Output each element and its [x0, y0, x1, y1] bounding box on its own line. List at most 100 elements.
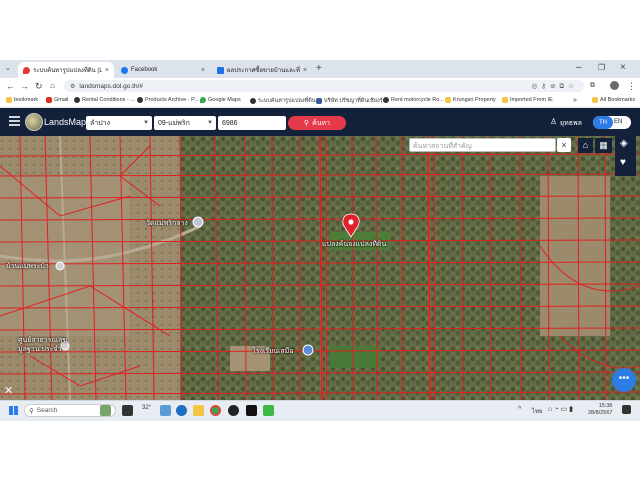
landsmaps-logo: [25, 113, 43, 131]
lang-en-button[interactable]: EN: [614, 119, 622, 125]
url-text: landsmaps.dol.go.th/#: [79, 82, 143, 90]
reload-icon[interactable]: ↻: [35, 81, 43, 91]
chrome-icon[interactable]: [210, 405, 221, 416]
layers-icon[interactable]: ◈: [620, 138, 628, 149]
health-center-label: ศูนย์สาธารณสุขมูลฐาน ประจำ: [18, 337, 68, 353]
windows-start-icon[interactable]: [9, 406, 18, 415]
map-pin-icon: [23, 66, 30, 74]
map-side-tools: ◈ ♥: [615, 136, 636, 176]
close-tab-icon[interactable]: ×: [303, 67, 307, 74]
app-header: LandsMaps ลำปาง ▼ 09-แม่พริก ▼ 6986 ⚲ ค้นหา…: [0, 108, 640, 136]
site-icon: [383, 97, 389, 103]
x-icon[interactable]: [228, 405, 239, 416]
bookmark-item[interactable]: Imported From IE: [502, 97, 553, 103]
tab-label: ระบบค้นหารูปแปลงที่ดิน (LandsMa: [33, 68, 102, 74]
parcel-number-input[interactable]: 6986: [218, 116, 286, 130]
village-label: บ้านแม่พระบ้า: [6, 263, 49, 270]
bookmark-item[interactable]: บริษัท ปรัชญาที่ดินเชียงรุ้...: [316, 97, 387, 105]
input-language[interactable]: ไทย: [532, 406, 543, 416]
bookmark-item[interactable]: ระบบค้นหารูปแปลงที่ดิน: [250, 97, 316, 105]
parcel-label: แปลงค้นจงแปลงที่ดิน: [322, 241, 387, 248]
tab-property-ads[interactable]: ผลประกาศซื้อขายบ้านและที่ดินฟรี | ×: [212, 62, 312, 78]
clock-date: 28/8/2567: [588, 410, 613, 416]
address-bar-actions-icon[interactable]: ◎⚷⊘⧉☆: [532, 82, 578, 91]
temple-marker[interactable]: [192, 216, 204, 228]
windows-taskbar: ⚲ Search 32° ^ ไทย ⌂◔▭▮ 15:36 28/8/2567: [0, 400, 640, 421]
satellite-map[interactable]: แปลงค้นจงแปลงที่ดิน วัดแม่พริกลาง บ้านแม…: [0, 136, 640, 400]
search-icon: ⚲: [29, 407, 34, 415]
weather-widget-icon[interactable]: [100, 405, 111, 416]
bookmark-item[interactable]: Google Maps: [200, 97, 241, 103]
site-info-icon[interactable]: ⚙: [70, 83, 75, 90]
edge-icon[interactable]: [176, 405, 187, 416]
minimize-button[interactable]: –: [576, 62, 582, 73]
close-window-button[interactable]: ×: [620, 62, 626, 73]
school-marker[interactable]: [302, 344, 314, 356]
line-icon[interactable]: [263, 405, 274, 416]
chevron-down-icon: ▼: [207, 120, 213, 126]
bookmark-item[interactable]: Rent motorcycle Ro...: [383, 97, 444, 103]
bookmarks-bar: bookmark Gmail Rental Conditions - ... P…: [0, 95, 640, 108]
extensions-icon[interactable]: ⧉: [590, 81, 595, 91]
more-bookmarks-button[interactable]: »: [573, 97, 577, 104]
measure-tool-icon[interactable]: ✕: [4, 384, 20, 398]
bottom-blank-area: [0, 421, 640, 480]
site-icon: [250, 98, 256, 104]
tab-search-icon[interactable]: ⌄: [5, 64, 11, 74]
bookmark-item[interactable]: Products Archive - P...: [137, 97, 199, 103]
forward-icon[interactable]: →: [20, 81, 29, 91]
site-icon: [137, 97, 143, 103]
maximize-button[interactable]: ❐: [598, 63, 605, 72]
place-search-input[interactable]: ค้นหาสถานที่สำคัญ: [409, 138, 556, 152]
map-canvas: [0, 136, 640, 400]
file-explorer-icon[interactable]: [193, 405, 204, 416]
bookmark-item[interactable]: Gmail: [46, 97, 68, 103]
user-icon[interactable]: ♙: [550, 117, 557, 126]
bookmark-item[interactable]: Krungsri Property: [445, 97, 496, 103]
notifications-icon[interactable]: [622, 405, 631, 414]
lang-th-button[interactable]: TH: [593, 116, 613, 129]
address-row: ← → ↻ ⌂ ⚙ landsmaps.dol.go.th/# ◎⚷⊘⧉☆ ⧉ …: [0, 78, 640, 94]
close-tab-icon[interactable]: ×: [201, 67, 205, 74]
tab-landsmaps[interactable]: ระบบค้นหารูปแปลงที่ดิน (LandsMa ×: [18, 62, 114, 78]
province-select[interactable]: ลำปาง ▼: [86, 116, 152, 130]
home-icon[interactable]: ⌂: [50, 81, 55, 91]
bookmark-item[interactable]: bookmark: [6, 97, 38, 103]
tiktok-icon[interactable]: [246, 405, 257, 416]
folder-icon: [6, 97, 12, 103]
maps-icon: [200, 97, 206, 103]
language-toggle[interactable]: TH EN: [593, 116, 631, 129]
tab-facebook[interactable]: Facebook ×: [116, 62, 210, 78]
browser-menu-icon[interactable]: ⋮: [627, 81, 636, 91]
district-select[interactable]: 09-แม่พริก ▼: [154, 116, 216, 130]
tray-chevron-icon[interactable]: ^: [518, 406, 521, 413]
user-name[interactable]: ยุทธพล: [560, 118, 582, 129]
all-bookmarks-button[interactable]: All Bookmarks: [592, 97, 635, 103]
folder-icon: [445, 97, 451, 103]
site-icon: [217, 66, 224, 74]
keyboard-icon[interactable]: ▦: [595, 138, 612, 153]
weather-temp: 32°: [142, 405, 152, 411]
gmail-icon: [46, 97, 52, 103]
close-tab-icon[interactable]: ×: [105, 67, 109, 74]
chat-button[interactable]: •••: [612, 368, 636, 392]
clock[interactable]: 15:36 28/8/2567: [588, 403, 612, 417]
tray-icons[interactable]: ⌂◔▭▮: [548, 405, 575, 413]
back-icon[interactable]: ←: [6, 81, 15, 91]
heart-icon[interactable]: ♥: [620, 157, 626, 168]
place-search-placeholder: ค้นหาสถานที่สำคัญ: [413, 143, 472, 150]
tab-label: ผลประกาศซื้อขายบ้านและที่ดินฟรี |: [227, 68, 300, 74]
search-button[interactable]: ⚲ ค้นหา: [288, 116, 346, 130]
chevron-down-icon: ▼: [143, 120, 149, 126]
bookmark-item[interactable]: Rental Conditions - ...: [74, 97, 135, 103]
copilot-icon[interactable]: [160, 405, 171, 416]
hamburger-menu-icon[interactable]: [9, 116, 20, 118]
address-bar[interactable]: ⚙ landsmaps.dol.go.th/# ◎⚷⊘⧉☆: [64, 80, 584, 92]
profile-avatar[interactable]: [610, 81, 619, 90]
new-tab-button[interactable]: +: [316, 63, 322, 74]
close-icon[interactable]: ×: [557, 138, 571, 152]
home-map-icon[interactable]: ⌂: [578, 138, 593, 153]
site-icon: [74, 97, 80, 103]
village-marker[interactable]: [55, 261, 65, 271]
task-view-icon[interactable]: [122, 405, 133, 416]
